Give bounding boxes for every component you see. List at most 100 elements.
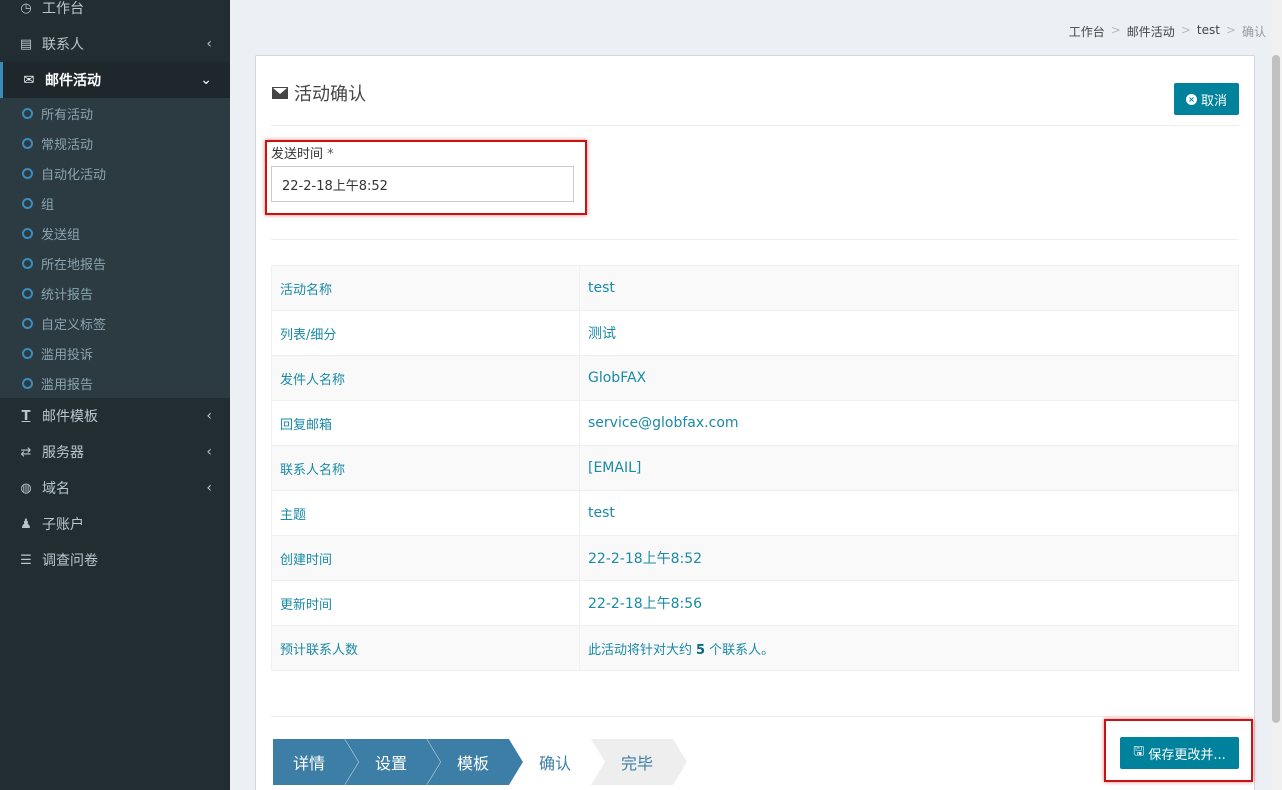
sidebar-item-label: 联系人: [42, 37, 84, 53]
breadcrumb-separator: >: [1180, 23, 1191, 37]
chevron-left-icon: ‹: [206, 408, 212, 424]
circle-icon: [22, 197, 33, 209]
globe-icon: ◍: [20, 480, 32, 496]
sidebar-item-label: 子账户: [42, 517, 84, 533]
sidebar: ◷ 工作台 ▤ 联系人 ‹ ✉ 邮件活动 ⌄ 所有活动 常规活动 自动化活动 组…: [0, 0, 230, 790]
submenu-item-location-report[interactable]: 所在地报告: [0, 248, 230, 278]
info-value: service@globfax.com: [579, 400, 1239, 446]
breadcrumb-item-campaigns[interactable]: 邮件活动: [1127, 23, 1175, 40]
info-value-estimate: 此活动将针对大约 5 个联系人。: [579, 625, 1239, 671]
text-icon: T: [21, 408, 31, 424]
circle-icon: [22, 257, 33, 269]
sidebar-item-label: 域名: [42, 481, 70, 497]
step-label: 设置: [375, 754, 408, 773]
circle-icon: [22, 377, 33, 389]
breadcrumb-item-dashboard[interactable]: 工作台: [1069, 23, 1105, 40]
submenu-item-label: 滥用投诉: [41, 347, 94, 363]
table-row: 主题 test: [271, 490, 1239, 536]
table-row: 更新时间 22-2-18上午8:56: [271, 580, 1239, 626]
circle-icon: [22, 287, 33, 299]
chevron-left-icon: ‹: [206, 480, 212, 496]
submenu-item-label: 自动化活动: [41, 167, 107, 183]
sidebar-item-contacts[interactable]: ▤ 联系人 ‹: [0, 26, 230, 62]
circle-icon: [22, 227, 33, 239]
circle-icon: [22, 107, 33, 119]
submenu-item-regular-campaigns[interactable]: 常规活动: [0, 128, 230, 158]
circle-icon: [22, 347, 33, 359]
dashboard-icon: ◷: [20, 0, 32, 16]
campaign-info-table: 活动名称 test 列表/细分 测试 发件人名称 GlobFAX 回复邮箱 service@g…: [271, 265, 1239, 671]
sidebar-item-label: 工作台: [42, 1, 84, 17]
submenu-item-custom-tags[interactable]: 自定义标签: [0, 308, 230, 338]
highlight-box-save: [1104, 719, 1253, 782]
submenu-item-label: 所在地报告: [41, 257, 107, 273]
submenu-item-label: 发送组: [41, 227, 81, 243]
info-key: 预计联系人数: [271, 625, 580, 671]
sidebar-item-campaigns[interactable]: ✉ 邮件活动 ⌄: [0, 62, 230, 98]
sidebar-item-surveys[interactable]: ☰ 调查问卷: [0, 542, 230, 578]
info-value: [EMAIL]: [579, 445, 1239, 491]
list-icon: ☰: [20, 552, 32, 568]
submenu-item-all-campaigns[interactable]: 所有活动: [0, 98, 230, 128]
info-key: 发件人名称: [271, 355, 580, 401]
submenu-item-abuse-report[interactable]: 滥用报告: [0, 368, 230, 398]
sidebar-item-label: 邮件模板: [42, 409, 98, 425]
info-value: GlobFAX: [579, 355, 1239, 401]
chevron-left-icon: ‹: [206, 444, 212, 460]
info-key: 活动名称: [271, 265, 580, 311]
sidebar-item-label: 调查问卷: [42, 553, 98, 569]
envelope-icon: [272, 87, 288, 99]
envelope-icon: ✉: [23, 72, 35, 88]
estimate-suffix: 个联系人。: [709, 642, 775, 658]
breadcrumb: 工作台 > 邮件活动 > test > 确认: [1069, 23, 1266, 40]
submenu-item-label: 组: [41, 197, 55, 213]
highlight-box-send-time: [265, 140, 587, 215]
circle-icon: [22, 317, 33, 329]
close-circle-icon: ×: [1185, 93, 1197, 105]
cancel-button-label: 取消: [1200, 93, 1227, 109]
submenu-item-abuse-complaints[interactable]: 滥用投诉: [0, 338, 230, 368]
info-value: test: [579, 265, 1239, 311]
scrollbar-track[interactable]: [1270, 0, 1282, 790]
sidebar-item-dashboard[interactable]: ◷ 工作台: [0, 0, 230, 26]
circle-icon: [22, 167, 33, 179]
info-value: test: [579, 490, 1239, 536]
sidebar-item-domains[interactable]: ◍ 域名 ‹: [0, 470, 230, 506]
estimate-count: 5: [696, 642, 706, 658]
sidebar-item-label: 服务器: [42, 445, 84, 461]
submenu-item-label: 自定义标签: [41, 317, 107, 333]
cancel-button[interactable]: × 取消: [1173, 83, 1239, 115]
page-title-text: 活动确认: [294, 84, 366, 105]
breadcrumb-item-current: 确认: [1241, 25, 1266, 39]
table-row: 发件人名称 GlobFAX: [271, 355, 1239, 401]
info-key: 创建时间: [271, 535, 580, 581]
contacts-icon: ▤: [19, 36, 33, 52]
submenu-item-automation[interactable]: 自动化活动: [0, 158, 230, 188]
submenu-item-stats-report[interactable]: 统计报告: [0, 278, 230, 308]
users-icon: ♟: [20, 516, 32, 532]
campaign-submenu: 所有活动 常规活动 自动化活动 组 发送组 所在地报告 统计报告 自定义标签 滥…: [0, 98, 230, 398]
info-value: 测试: [579, 310, 1239, 356]
submenu-item-send-groups[interactable]: 发送组: [0, 218, 230, 248]
info-key: 回复邮箱: [271, 400, 580, 446]
submenu-item-label: 统计报告: [41, 287, 94, 303]
breadcrumb-separator: >: [1110, 23, 1121, 37]
sidebar-item-servers[interactable]: ⇄ 服务器 ‹: [0, 434, 230, 470]
chevron-left-icon: ‹: [206, 36, 212, 52]
step-label: 模板: [457, 754, 490, 773]
divider: [271, 716, 1239, 717]
sidebar-item-templates[interactable]: T 邮件模板 ‹: [0, 398, 230, 434]
scrollbar-thumb[interactable]: [1272, 55, 1280, 723]
circle-icon: [22, 137, 33, 149]
submenu-item-groups[interactable]: 组: [0, 188, 230, 218]
divider: [271, 125, 1239, 126]
step-finish[interactable]: 完毕: [591, 739, 687, 785]
info-value: 22-2-18上午8:52: [579, 535, 1239, 581]
estimate-prefix: 此活动将针对大约: [588, 642, 693, 658]
sidebar-item-subaccounts[interactable]: ♟ 子账户: [0, 506, 230, 542]
breadcrumb-item-campaign[interactable]: test: [1197, 23, 1220, 40]
chevron-down-icon: ⌄: [200, 72, 212, 88]
submenu-item-label: 常规活动: [41, 137, 94, 153]
table-row: 预计联系人数 此活动将针对大约 5 个联系人。: [271, 625, 1239, 671]
table-row: 联系人名称 [EMAIL]: [271, 445, 1239, 491]
